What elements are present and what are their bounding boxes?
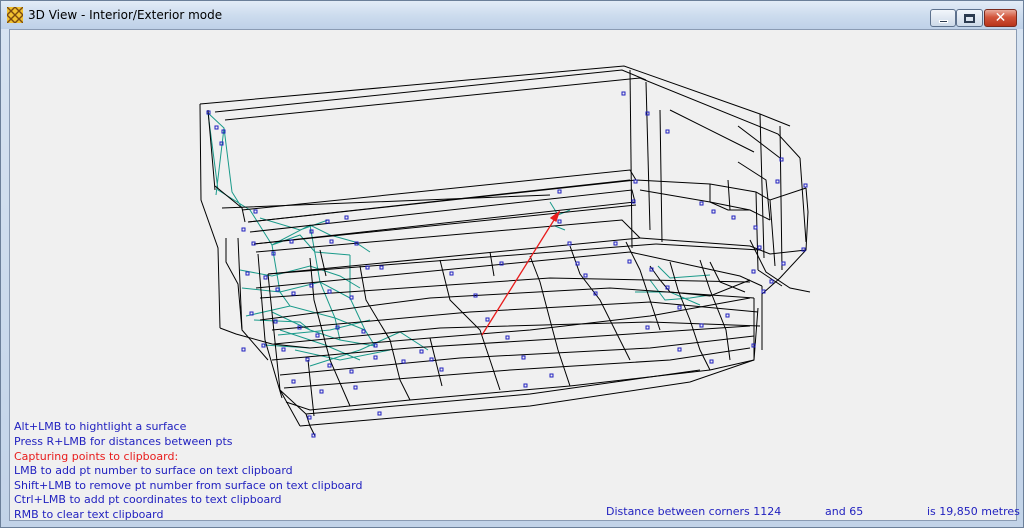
- survey-points: [206, 91, 808, 438]
- help-line-distances: Press R+LMB for distances between pts: [14, 435, 233, 448]
- help-line-capturing: Capturing points to clipboard:: [14, 450, 178, 465]
- surface-mesh: [207, 112, 711, 367]
- maximize-button[interactable]: [956, 9, 983, 27]
- help-line-highlight: Alt+LMB to hightlight a surface: [14, 420, 187, 433]
- help-line-add-coords: Ctrl+LMB to add pt coordinates to text c…: [14, 493, 282, 506]
- maximize-icon: [964, 13, 975, 23]
- minimize-icon: [938, 19, 948, 23]
- title-bar[interactable]: 3D View - Interior/Exterior mode ✕: [1, 1, 1023, 29]
- close-icon: ✕: [994, 10, 1007, 26]
- help-line-clear: RMB to clear text clipboard: [14, 508, 164, 521]
- minimize-button[interactable]: [930, 9, 956, 27]
- help-line-remove-pt: Shift+LMB to remove pt number from surfa…: [14, 479, 363, 492]
- capturing-heading: Capturing points to clipboard:: [14, 450, 179, 463]
- viewport-3d[interactable]: Alt+LMB to hightlight a surface Press R+…: [9, 29, 1020, 521]
- distance-and-text: and 65: [825, 505, 864, 518]
- help-line-add-pt: LMB to add pt number to surface on text …: [14, 464, 293, 477]
- window-title: 3D View - Interior/Exterior mode: [28, 8, 223, 22]
- distance-result-text: is 19,850 metres: [927, 505, 1020, 518]
- app-window: 3D View - Interior/Exterior mode ✕ Alt+L…: [0, 0, 1024, 528]
- close-button[interactable]: ✕: [984, 9, 1017, 27]
- distance-corners-text: Distance between corners 1124: [606, 505, 782, 518]
- app-grid-icon: [7, 7, 23, 23]
